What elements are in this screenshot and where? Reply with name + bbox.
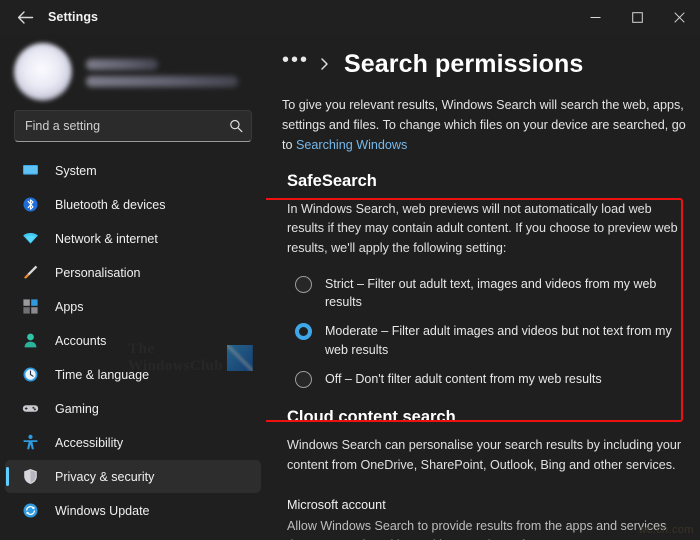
sidebar-item-bluetooth-devices[interactable]: Bluetooth & devices [5, 188, 261, 221]
sidebar-item-label: Windows Update [55, 503, 150, 518]
sidebar: System Bluetooth & devices Network & int… [0, 34, 266, 540]
sidebar-item-label: Gaming [55, 401, 99, 416]
bluetooth-icon [21, 196, 39, 214]
cloud-content-search-title: Cloud content search [287, 408, 456, 427]
microsoft-account-heading: Microsoft account [287, 497, 386, 512]
window-body: System Bluetooth & devices Network & int… [0, 34, 700, 540]
sidebar-item-label: System [55, 163, 97, 178]
maximize-button[interactable] [616, 0, 658, 34]
radio-label: Moderate – Filter adult images and video… [325, 324, 672, 357]
safesearch-description: In Windows Search, web previews will not… [287, 201, 678, 255]
account-text [86, 57, 238, 87]
back-button[interactable] [8, 3, 42, 31]
settings-window: Settings Find a setting System Bluetooth… [0, 0, 700, 540]
apps-grid-icon [21, 298, 39, 316]
accessibility-icon [21, 434, 39, 452]
sidebar-item-time-language[interactable]: Time & language [5, 358, 261, 391]
title-bar: Settings [0, 0, 700, 34]
radio-button-selected[interactable] [295, 323, 312, 341]
radio-label: Strict – Filter out adult text, images a… [325, 276, 657, 310]
sidebar-item-windows-update[interactable]: Windows Update [5, 494, 261, 527]
chevron-right-icon [319, 57, 330, 71]
sidebar-item-personalisation[interactable]: Personalisation [5, 256, 261, 289]
sidebar-nav: System Bluetooth & devices Network & int… [0, 152, 266, 540]
sidebar-item-accessibility[interactable]: Accessibility [5, 426, 261, 459]
sidebar-item-label: Network & internet [55, 231, 158, 246]
cloud-content-search-section: Cloud content search Windows Search can … [282, 408, 690, 540]
close-icon [673, 11, 685, 23]
minimize-icon [590, 12, 601, 23]
breadcrumb-overflow-button[interactable]: ••• [282, 50, 309, 79]
sidebar-item-apps[interactable]: Apps [5, 290, 261, 323]
sidebar-item-label: Bluetooth & devices [55, 197, 166, 212]
page-title: Search permissions [344, 49, 584, 78]
paintbrush-icon [21, 264, 39, 282]
radio-button[interactable] [295, 275, 312, 293]
search-input[interactable] [25, 119, 229, 133]
sidebar-item-label: Accessibility [55, 435, 124, 450]
searching-windows-link[interactable]: Searching Windows [296, 138, 407, 152]
search-icon [229, 119, 243, 133]
sidebar-item-accounts[interactable]: Accounts [5, 324, 261, 357]
cloud-content-search-description: Windows Search can personalise your sear… [287, 438, 682, 472]
radio-option-off[interactable]: Off – Don't filter adult content from my… [295, 370, 690, 389]
microsoft-account-description: Allow Windows Search to provide results … [287, 518, 667, 540]
account-email-redacted [86, 76, 238, 87]
sidebar-item-label: Accounts [55, 333, 107, 348]
sidebar-item-privacy-security[interactable]: Privacy & security [5, 460, 261, 493]
app-title: Settings [48, 10, 99, 24]
gamepad-icon [21, 400, 39, 418]
clock-icon [21, 366, 39, 384]
sidebar-item-network-internet[interactable]: Network & internet [5, 222, 261, 255]
search-box[interactable] [14, 110, 252, 142]
radio-option-moderate[interactable]: Moderate – Filter adult images and video… [295, 322, 690, 360]
radio-button[interactable] [295, 370, 312, 388]
account-name-redacted [86, 59, 158, 70]
sidebar-item-gaming[interactable]: Gaming [5, 392, 261, 425]
wifi-icon [21, 230, 39, 248]
main-content: ••• Search permissions To give you relev… [266, 34, 700, 540]
monitor-icon [21, 162, 39, 180]
radio-label: Off – Don't filter adult content from my… [325, 371, 602, 386]
person-icon [21, 332, 39, 350]
window-controls [574, 0, 700, 34]
sidebar-item-label: Privacy & security [55, 469, 155, 484]
safesearch-title: SafeSearch [287, 171, 377, 190]
maximize-icon [631, 11, 643, 23]
page-description: To give you relevant results, Windows Se… [282, 96, 687, 156]
safesearch-section: SafeSearch In Windows Search, web previe… [282, 172, 690, 389]
account-profile[interactable] [0, 36, 266, 102]
radio-option-strict[interactable]: Strict – Filter out adult text, images a… [295, 275, 690, 313]
shield-icon [21, 468, 39, 486]
close-button[interactable] [658, 0, 700, 34]
sidebar-item-label: Time & language [55, 367, 150, 382]
avatar [14, 43, 72, 101]
sidebar-item-system[interactable]: System [5, 154, 261, 187]
back-arrow-icon [17, 10, 34, 25]
safesearch-radio-group: Strict – Filter out adult text, images a… [287, 275, 690, 389]
update-arrows-icon [21, 502, 39, 520]
minimize-button[interactable] [574, 0, 616, 34]
sidebar-item-label: Personalisation [55, 265, 141, 280]
sidebar-item-label: Apps [55, 299, 84, 314]
breadcrumb: ••• Search permissions [282, 42, 690, 86]
